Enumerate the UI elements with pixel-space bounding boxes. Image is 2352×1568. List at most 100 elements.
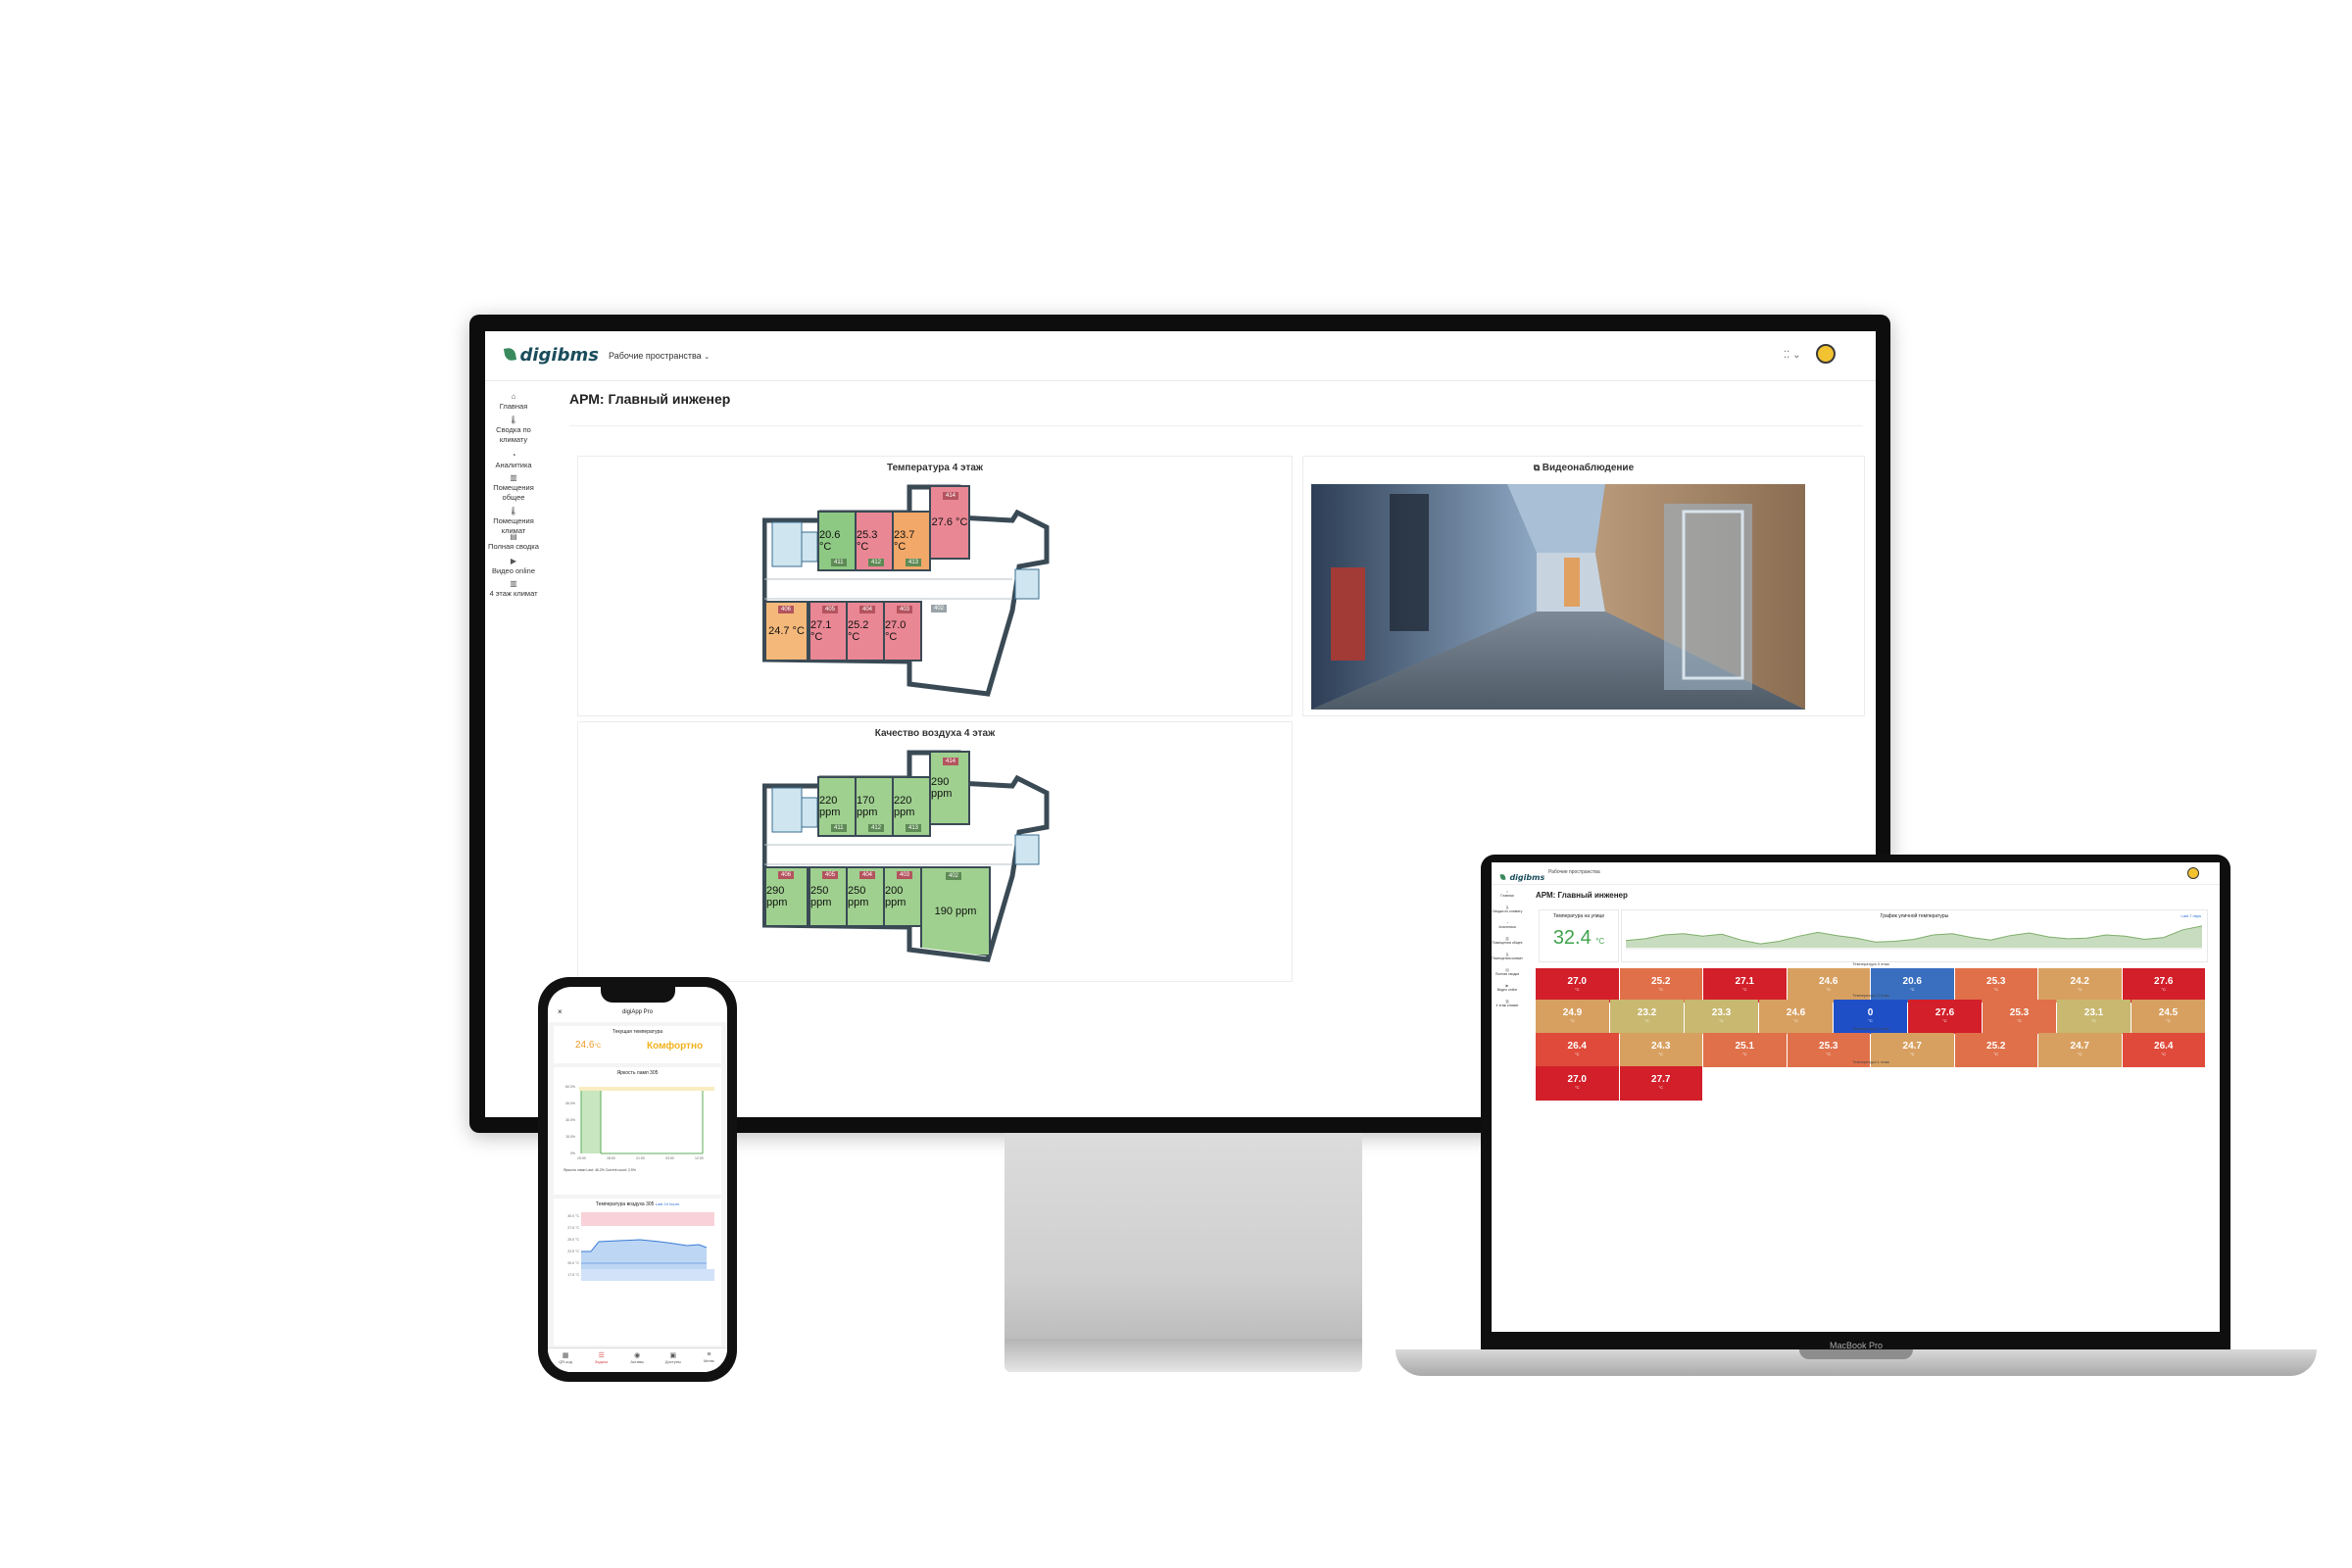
tasks-icon: ☰ <box>598 1352 605 1359</box>
room-cell[interactable]: 27.6 °C 414 <box>929 485 970 560</box>
calendar-icon: ▤ <box>510 532 517 541</box>
temp-tile-value: 23.1 <box>2083 1007 2104 1018</box>
temp-tile-value: 27.1 <box>1735 976 1754 987</box>
temp-tile-value: 24.7 <box>1902 1041 1922 1052</box>
sidebar-item[interactable]: ⌂ Главная <box>1492 890 1523 899</box>
camera-icon: ⧉ <box>1533 463 1543 472</box>
chevron-down-icon: ⌄ <box>704 354 710 361</box>
temp-tile-value: 24.6 <box>1819 976 1838 987</box>
sidebar-item[interactable]: ▤ Полная сводка <box>485 532 542 552</box>
sidebar-item[interactable]: ▥ Помещения общее <box>1492 937 1523 946</box>
outdoor-temp-label: Температура на улице <box>1552 913 1605 919</box>
menu-icon: ≡ <box>707 1351 711 1358</box>
temp-tile-unit: °C <box>2161 987 2167 992</box>
room-tag: 414 <box>943 492 959 500</box>
temp-tile-value: 25.3 <box>2009 1007 2030 1018</box>
close-icon[interactable]: × <box>558 1007 563 1016</box>
brand-logo[interactable]: digibms <box>1499 867 1544 885</box>
camera-feed[interactable] <box>1311 484 1805 710</box>
y-tick: 15.0% <box>565 1135 575 1139</box>
sidebar-item[interactable]: ▥ 4 этаж климат <box>1492 1000 1523 1008</box>
room-cell[interactable]: 200 ppm 403 <box>883 866 922 927</box>
air-quality-floor-panel: Качество воздуха 4 этаж 220 ppm 411 170 pp… <box>577 721 1293 982</box>
nav-item[interactable]: ◉ Активы <box>619 1351 655 1364</box>
room-tag: 403 <box>897 871 913 879</box>
temp-tile-unit: °C <box>1993 1052 1999 1056</box>
temp-tile-value: 24.7 <box>2070 1041 2089 1052</box>
room-cell[interactable]: 220 ppm 411 <box>817 776 857 837</box>
brand-logo[interactable]: digibms <box>503 345 599 366</box>
sidebar-item[interactable]: ◔ Аналитика <box>1492 921 1523 930</box>
temp-tile-unit: °C <box>2091 1018 2096 1023</box>
phone-screen: × digiApp Pro Текущая температура 24.6°C… <box>548 987 727 1372</box>
room-cell[interactable]: 25.2 °C 404 <box>846 601 885 662</box>
brand-name: digibms <box>519 345 599 366</box>
room-value: 170 ppm <box>857 795 878 818</box>
avatar[interactable] <box>2187 867 2199 879</box>
y-tick: 27.5 °C <box>567 1226 579 1230</box>
room-cell[interactable]: 220 ppm 413 <box>892 776 931 837</box>
laptop-model-label: MacBook Pro <box>1829 1341 1884 1350</box>
sidebar-item-label: Аналитика <box>1498 925 1516 929</box>
nav-item[interactable]: ▦ QR-код <box>548 1351 583 1364</box>
y-tick: 45.0% <box>565 1102 575 1105</box>
temp-tile-unit: °C <box>2161 1052 2167 1056</box>
temp-tile-value: 27.0 <box>1567 1074 1587 1085</box>
nav-item[interactable]: ☰ Задачи <box>584 1351 619 1364</box>
sidebar-item[interactable]: ▶ Видео online <box>1492 984 1523 993</box>
panel-title: Качество воздуха 4 этаж <box>874 728 996 739</box>
laptop-screen: digibms Рабочие пространства ⌂ Главная 🌡 Св… <box>1492 862 2220 1332</box>
video-title: Видеонаблюдение <box>1542 463 1635 473</box>
sidebar-item[interactable]: ▤ Полная сводка <box>1492 968 1523 977</box>
x-tick: 12:00 <box>695 1156 704 1160</box>
temperature-tiles: Температура 4 этаж 27.0 °C 25.2 °C 27.1 °C 24.6… <box>1536 960 2206 1127</box>
room-cell[interactable]: 170 ppm 412 <box>855 776 894 837</box>
workspaces-menu[interactable]: Рабочие пространства <box>1548 869 1600 875</box>
room-cell[interactable]: 190 ppm 402 <box>920 866 991 956</box>
nav-item[interactable]: ▣ Доступы <box>656 1351 691 1364</box>
temp-tile[interactable]: 27.7 °C <box>1619 1066 1702 1101</box>
room-value: 220 ppm <box>894 795 915 818</box>
sidebar-item[interactable]: ⌂ Главная <box>485 392 542 412</box>
avatar[interactable] <box>1816 344 1836 364</box>
temp-tile-unit: °C <box>1575 987 1580 992</box>
sidebar-item[interactable]: ▶ Видео online <box>485 557 542 576</box>
outdoor-temp-trend: График уличной температуры Last 7 days <box>1621 909 2208 962</box>
sidebar-item[interactable]: 🌡 Сводка по климату <box>1492 906 1523 914</box>
comfort-status: Комфортно <box>647 1041 704 1052</box>
room-cell[interactable]: 24.7 °C 406 <box>764 601 808 662</box>
room-cell[interactable]: 290 ppm 406 <box>764 866 808 927</box>
room-cell[interactable]: 250 ppm 404 <box>846 866 885 927</box>
sidebar-item-label: Помещения климат <box>1492 956 1523 960</box>
trend-chart <box>1626 925 2202 950</box>
room-cell[interactable]: 250 ppm 405 <box>808 866 848 927</box>
x-tick: 03:00 <box>665 1156 674 1160</box>
y-axis: 30.0 °C 27.5 °C 25.0 °C 22.5 °C 20.0 °C 17.5 … <box>556 1212 579 1281</box>
top-bar: digibms Рабочие пространства ⌄ ⁚⁚ ⌄ <box>485 331 1876 381</box>
room-cell[interactable]: 20.6 °C 411 <box>817 511 857 571</box>
temp-tile-value: 27.6 <box>2154 976 2174 987</box>
sidebar-item[interactable]: ▥ 4 этаж климат <box>485 579 542 599</box>
room-cell[interactable]: 27.0 °C 403 <box>883 601 922 662</box>
room-value: 220 ppm <box>819 795 841 818</box>
sidebar-item-label: Аналитика <box>495 461 532 469</box>
temp-tile[interactable]: 27.0 °C <box>1536 1066 1619 1101</box>
temp-tile-unit: °C <box>1658 1052 1664 1056</box>
air-temp-range-link[interactable]: Last 24 hours <box>656 1201 679 1206</box>
sidebar-item[interactable]: ▥ Помещения общее <box>485 473 542 503</box>
room-cell[interactable]: 27.1 °C 405 <box>808 601 848 662</box>
temp-tile-unit: °C <box>1658 987 1664 992</box>
temp-tile-unit: °C <box>1575 1085 1580 1090</box>
sidebar-item[interactable]: 🌡 Сводка по климату <box>485 416 542 445</box>
room-cell[interactable]: 23.7 °C 413 <box>892 511 931 571</box>
room-value: 25.2 °C <box>848 619 869 643</box>
room-cell[interactable]: 25.3 °C 412 <box>855 511 894 571</box>
room-cell[interactable]: 290 ppm 414 <box>929 751 970 825</box>
sidebar-item[interactable]: 🌡 Помещения климат <box>1492 953 1523 961</box>
nav-item[interactable]: ≡ Меню <box>691 1351 726 1363</box>
trend-range-link[interactable]: Last 7 days <box>2181 913 2201 918</box>
sidebar-item[interactable]: ◔ Аналитика <box>485 451 542 470</box>
workspaces-menu[interactable]: Рабочие пространства ⌄ <box>609 351 710 361</box>
app-header: × digiApp Pro <box>548 1006 727 1022</box>
apps-grid-icon[interactable]: ⁚⁚ ⌄ <box>1784 350 1801 361</box>
